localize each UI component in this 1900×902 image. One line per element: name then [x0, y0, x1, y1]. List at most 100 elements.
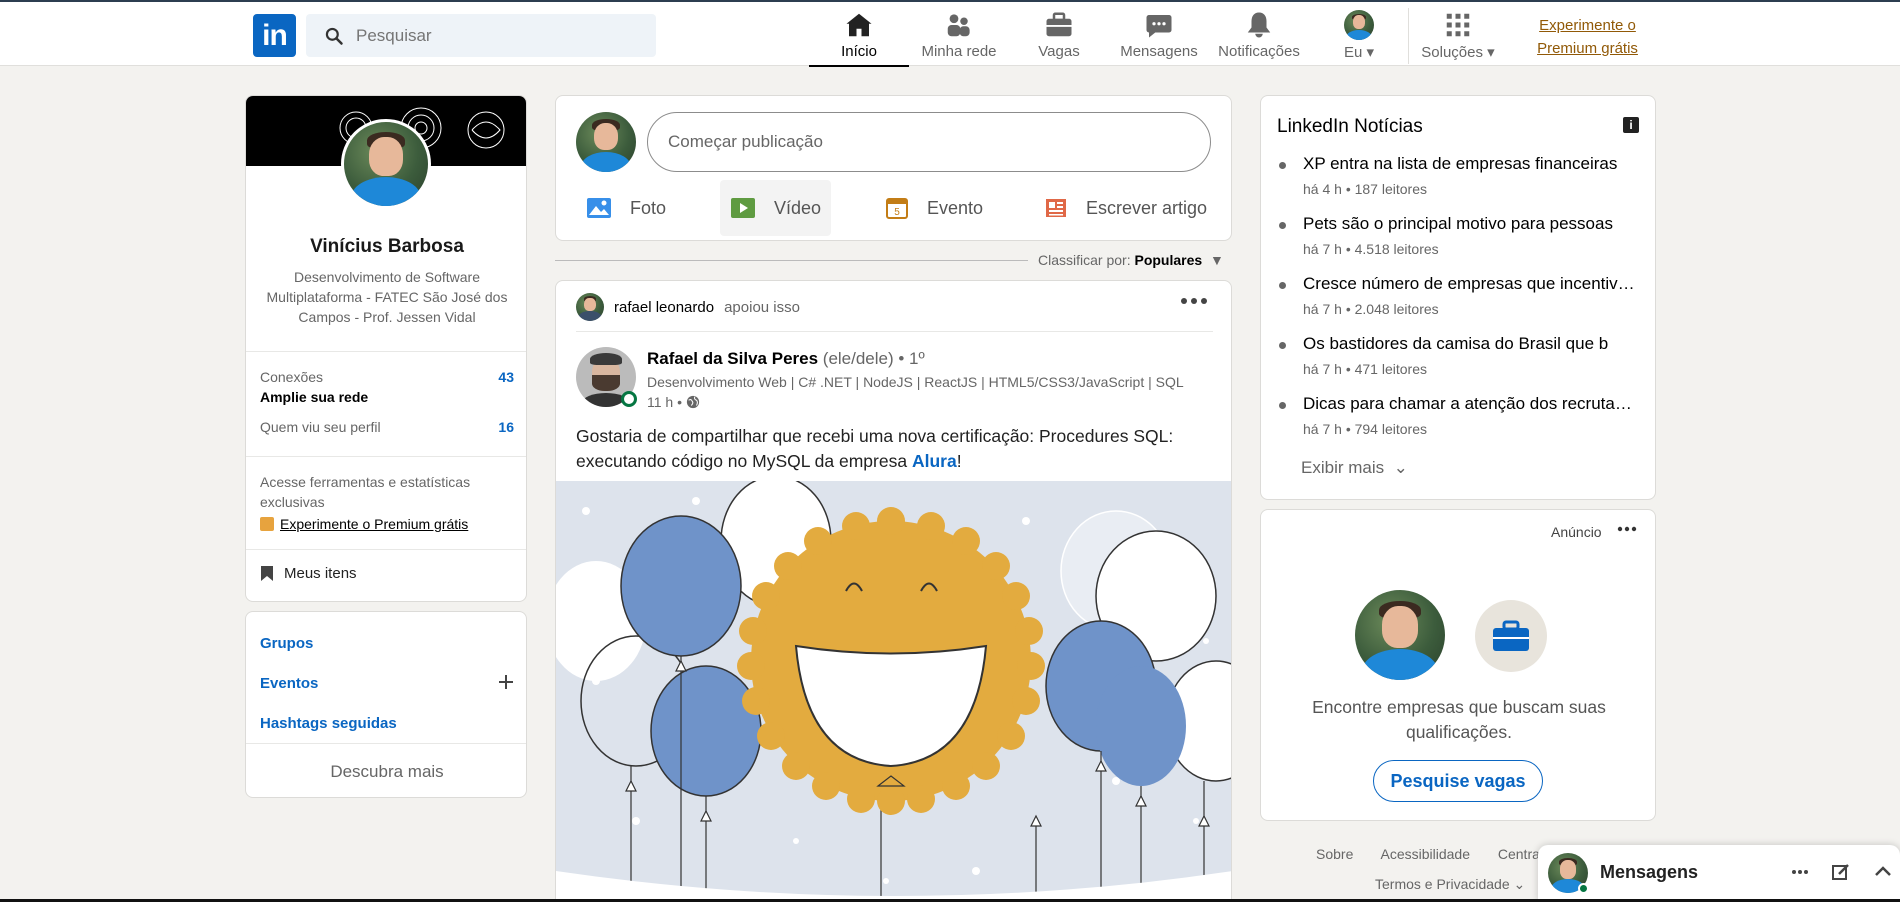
- nav-my-network[interactable]: Minha rede: [909, 10, 1009, 66]
- chevron-up-icon[interactable]: [1873, 862, 1893, 882]
- premium-promo[interactable]: Acesse ferramentas e estatísticas exclus…: [260, 472, 514, 534]
- search-jobs-button[interactable]: Pesquise vagas: [1373, 760, 1543, 802]
- feed-sort-bar: Classificar por: Populares ▼: [555, 252, 1232, 270]
- reactor-avatar[interactable]: [576, 293, 604, 321]
- footer-help-link[interactable]: Central: [1498, 846, 1543, 862]
- show-more-label: Exibir mais: [1301, 458, 1385, 477]
- more-options-icon[interactable]: [1791, 862, 1809, 882]
- divider: [555, 260, 1028, 261]
- nav-home-label: Início: [841, 43, 877, 60]
- events-link[interactable]: Eventos: [260, 675, 318, 692]
- share-event-button[interactable]: 5 Evento: [875, 180, 993, 236]
- more-options-icon[interactable]: [1180, 297, 1208, 305]
- connections-row[interactable]: Conexões 43: [260, 369, 514, 385]
- post-timestamp: 11 h •: [647, 394, 700, 410]
- bullet-icon: [1279, 222, 1286, 229]
- footer-terms-link[interactable]: Termos e Privacidade ⌄: [1375, 876, 1525, 893]
- add-event-icon[interactable]: [497, 673, 515, 691]
- profile-viewers-count: 16: [498, 419, 514, 435]
- nav-me[interactable]: Eu ▾: [1309, 10, 1409, 66]
- open-to-work-badge: [621, 391, 637, 407]
- grow-network-link[interactable]: Amplie sua rede: [260, 389, 514, 405]
- chevron-down-icon: ▾: [1487, 44, 1495, 61]
- premium-link-line2: Premium grátis: [1537, 40, 1638, 57]
- share-avatar[interactable]: [576, 112, 636, 172]
- start-post-input[interactable]: Começar publicação: [647, 112, 1211, 172]
- compose-icon[interactable]: [1831, 862, 1851, 882]
- bell-icon: [1247, 12, 1271, 38]
- nav-my-network-label: Minha rede: [921, 43, 997, 60]
- chevron-down-icon: ▾: [1366, 44, 1375, 61]
- followed-hashtags-link[interactable]: Hashtags seguidas: [260, 715, 397, 732]
- search-box[interactable]: [306, 14, 656, 57]
- messaging-label: Mensagens: [1600, 862, 1699, 882]
- premium-icon: [260, 517, 274, 531]
- network-icon: [947, 14, 970, 37]
- search-icon: [325, 27, 343, 45]
- profile-name[interactable]: Vinícius Barbosa: [246, 236, 526, 258]
- bullet-icon: [1279, 342, 1286, 349]
- news-headline: Dicas para chamar a atenção dos recrutad…: [1303, 394, 1638, 413]
- divider: [246, 351, 526, 352]
- share-photo-button[interactable]: Foto: [576, 180, 676, 236]
- footer-terms-label: Termos e Privacidade: [1375, 876, 1510, 892]
- nav-jobs-label: Vagas: [1038, 43, 1080, 60]
- share-photo-label: Foto: [630, 197, 667, 218]
- discover-more-button[interactable]: Descubra mais: [246, 762, 528, 782]
- sort-dropdown[interactable]: Classificar por: Populares ▼: [1038, 252, 1224, 268]
- globe-icon: [686, 395, 700, 409]
- bookmark-icon: [261, 566, 273, 581]
- footer-accessibility-link[interactable]: Acessibilidade: [1380, 846, 1470, 862]
- post-time: 11 h •: [647, 394, 682, 410]
- premium-link-line1: Experimente o: [1539, 17, 1636, 34]
- bullet-icon: [1279, 402, 1286, 409]
- post-image[interactable]: [556, 481, 1231, 902]
- news-headline: Cresce número de empresas que incentivam: [1303, 274, 1638, 293]
- ad-label: Anúncio: [1551, 524, 1602, 540]
- reactor-action: apoiou isso: [724, 298, 800, 316]
- photo-icon: [587, 198, 611, 218]
- groups-link[interactable]: Grupos: [260, 635, 313, 652]
- connections-label: Conexões: [260, 369, 324, 385]
- info-icon[interactable]: i: [1623, 117, 1639, 133]
- search-input[interactable]: [356, 25, 636, 46]
- share-video-label: Vídeo: [774, 197, 822, 218]
- article-icon: [1046, 199, 1066, 217]
- ad-description: Encontre empresas que buscam suas qualif…: [1312, 697, 1606, 742]
- reactor-name[interactable]: rafael leonardo: [614, 299, 714, 316]
- connections-count: 43: [498, 369, 514, 385]
- post-text: Gostaria de compartilhar que recebi uma …: [576, 424, 1196, 474]
- ad-company-avatar: [1475, 600, 1547, 672]
- news-headline: Os bastidores da camisa do Brasil que b: [1303, 334, 1609, 353]
- profile-viewers-row[interactable]: Quem viu seu perfil 16: [260, 419, 514, 435]
- divider: [246, 743, 526, 744]
- post-social-context: rafael leonardo apoiou isso: [576, 293, 800, 321]
- nav-jobs[interactable]: Vagas: [1009, 10, 1109, 66]
- ad-user-avatar: [1355, 590, 1445, 680]
- author-headline: Desenvolvimento Web | C# .NET | NodeJS |…: [647, 374, 1184, 390]
- premium-promo-link[interactable]: Experimente o Premium grátis: [260, 514, 514, 534]
- premium-trial-link[interactable]: Experimente o Premium grátis: [1530, 14, 1645, 60]
- share-video-button[interactable]: Vídeo: [720, 180, 832, 236]
- write-article-button[interactable]: Escrever artigo: [1034, 180, 1217, 236]
- divider: [246, 456, 526, 457]
- messaging-dock[interactable]: Mensagens: [1538, 845, 1900, 902]
- post-text-end: !: [956, 451, 962, 471]
- footer-about-link[interactable]: Sobre: [1316, 846, 1353, 862]
- nav-messaging[interactable]: Mensagens: [1109, 10, 1209, 66]
- nav-solutions[interactable]: Soluções ▾: [1408, 10, 1508, 66]
- show-more-button[interactable]: Exibir mais ⌄: [1301, 458, 1408, 478]
- linkedin-logo-icon[interactable]: in: [253, 14, 296, 57]
- ad-card: Anúncio Encontre empresas que buscam sua…: [1260, 509, 1656, 821]
- profile-avatar[interactable]: [341, 119, 431, 209]
- video-icon: [731, 198, 755, 218]
- nav-home[interactable]: Início: [809, 10, 909, 67]
- author-name[interactable]: Rafael da Silva Peres (ele/dele) • 1º: [647, 349, 925, 369]
- bullet-icon: [1279, 162, 1286, 169]
- my-items-link[interactable]: Meus itens: [260, 565, 357, 582]
- nav-avatar: [1344, 10, 1374, 40]
- nav-notifications[interactable]: Notificações: [1209, 10, 1309, 66]
- post-mention-link[interactable]: Alura: [912, 451, 957, 471]
- more-options-icon[interactable]: [1617, 526, 1637, 532]
- messaging-actions: [1791, 862, 1893, 882]
